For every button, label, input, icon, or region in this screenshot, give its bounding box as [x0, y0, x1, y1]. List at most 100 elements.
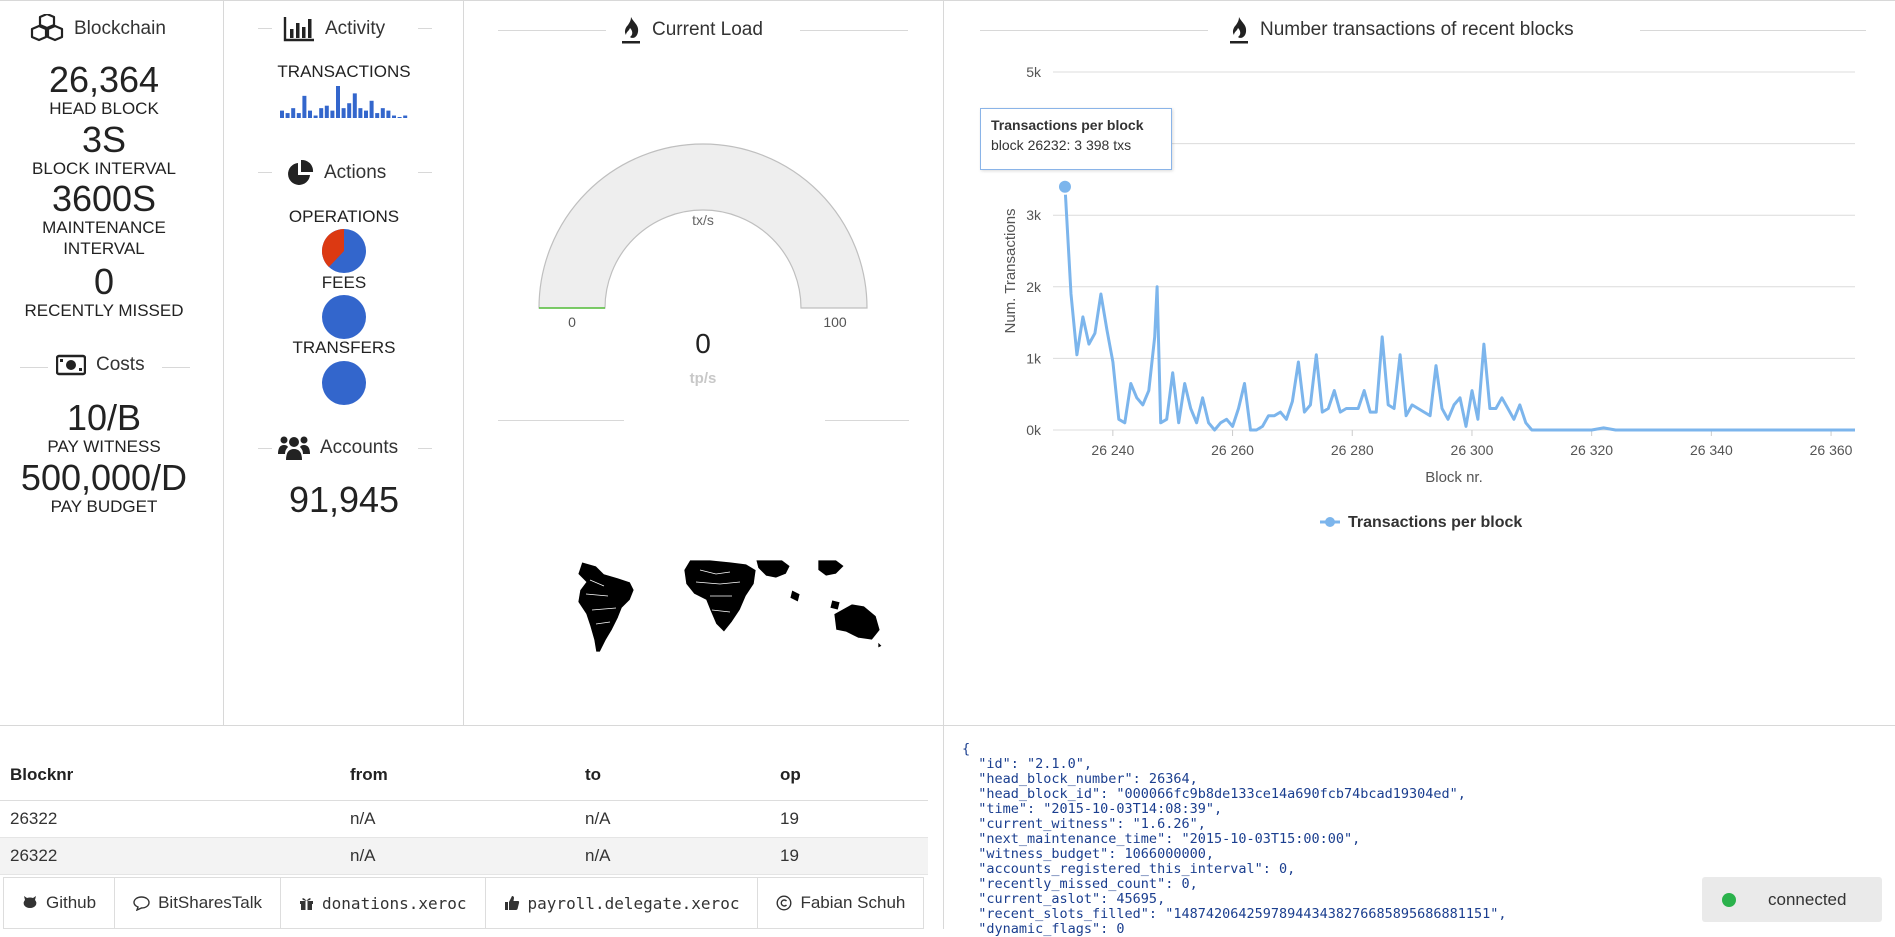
transactions-sparkline: [280, 86, 408, 118]
status-dot-icon: [1722, 892, 1736, 907]
operations-pie-chart: [322, 229, 366, 273]
table-cell: 26322: [0, 837, 340, 875]
column-header-to[interactable]: to: [575, 750, 770, 801]
legend-marker: [1325, 517, 1335, 527]
divider: [418, 448, 432, 449]
column-header-from[interactable]: from: [340, 750, 575, 801]
pay-budget-label: PAY BUDGET: [50, 497, 158, 516]
divider: [418, 28, 432, 29]
transactions-label: TRANSACTIONS: [277, 62, 411, 81]
divider: [258, 28, 272, 29]
sparkline-bar: [375, 113, 380, 118]
tooltip-text: block 26232: 3 398 txs: [991, 137, 1132, 153]
y-tick-label: 5k: [1026, 64, 1042, 80]
donations-link[interactable]: donations.xeroc: [281, 878, 486, 928]
connection-status: connected: [1702, 877, 1882, 922]
blockchain-title: Blockchain: [74, 18, 166, 39]
gauge-max-label: 100: [823, 314, 847, 330]
pay-budget-value: 500,000/D: [20, 457, 188, 498]
author-link[interactable]: Fabian Schuh: [758, 878, 923, 928]
x-tick-label: 26 280: [1331, 442, 1374, 458]
fire-icon: [622, 17, 640, 44]
divider: [418, 172, 432, 173]
money-icon: [56, 354, 86, 376]
divider: [1640, 30, 1866, 31]
pay-budget-stat: 500,000/D PAY BUDGET: [0, 460, 208, 517]
x-tick-label: 26 340: [1690, 442, 1733, 458]
x-axis-label: Block nr.: [1425, 469, 1483, 486]
head-block-value: 26,364: [48, 59, 160, 100]
bitsharestalk-link[interactable]: BitSharesTalk: [115, 878, 282, 928]
block-interval-value: 3S: [81, 119, 127, 160]
column-header-blocknr[interactable]: Blocknr: [0, 750, 340, 801]
sparkline-bar: [364, 110, 368, 118]
maintenance-interval-label: MAINTENANCE: [42, 218, 166, 237]
sparkline-bar: [313, 115, 318, 118]
pay-witness-value: 10/B: [66, 397, 142, 438]
block-interval-label: BLOCK INTERVAL: [32, 159, 176, 178]
sparkline-bar: [336, 86, 340, 118]
load-gauge: [538, 143, 868, 309]
chart-title: Number transactions of recent blocks: [1260, 19, 1574, 40]
divider: [162, 367, 190, 368]
fees-pie-chart: [322, 295, 366, 339]
operations-label: OPERATIONS: [288, 207, 400, 226]
table-cell: 19: [770, 837, 928, 875]
sparkline-bar: [403, 115, 408, 118]
gift-icon: [300, 897, 314, 910]
recently-missed-label: RECENTLY MISSED: [24, 301, 184, 320]
divider: [463, 0, 464, 725]
sparkline-bar: [280, 110, 284, 118]
accounts-value: 91,945: [288, 479, 400, 520]
divider: [498, 30, 606, 31]
table-row[interactable]: 26322 n/A n/A 19: [0, 800, 928, 838]
divider: [20, 367, 48, 368]
gauge-value-unit: tp/s: [689, 370, 717, 387]
comment-icon: [133, 895, 150, 911]
github-link[interactable]: Github: [4, 878, 116, 928]
maintenance-interval-label: INTERVAL: [63, 239, 145, 259]
actions-section-title: Actions: [286, 159, 386, 187]
sparkline-bar: [392, 115, 396, 118]
author-label: Fabian Schuh: [800, 893, 906, 912]
sparkline-bar: [341, 108, 346, 118]
divider: [258, 172, 272, 173]
blocks-table: Blocknr from to op 26322 n/A n/A 19 2632…: [0, 750, 928, 875]
sparkline-bar: [302, 95, 307, 118]
donations-label: donations.xeroc: [322, 893, 467, 913]
x-tick-label: 26 320: [1570, 442, 1613, 458]
divider: [800, 30, 908, 31]
sparkline-bar: [319, 108, 324, 118]
sparkline-bar: [397, 117, 402, 118]
sparkline-bar: [296, 113, 301, 118]
footer-links: Github BitSharesTalk donations.xeroc pay…: [3, 877, 925, 929]
transfers-pie-chart: [322, 361, 366, 405]
divider: [0, 725, 1895, 726]
divider: [258, 448, 272, 449]
table-row[interactable]: 26322 n/A n/A 19: [0, 837, 928, 875]
pay-witness-stat: 10/B PAY WITNESS: [0, 400, 208, 457]
sparkline-bar: [308, 110, 312, 118]
sparkline-bar: [369, 100, 374, 118]
y-tick-label: 3k: [1026, 207, 1042, 223]
thumbs-up-icon: [504, 896, 519, 910]
table-cell: n/A: [340, 800, 575, 838]
sparkline-bar: [285, 113, 290, 118]
column-header-op[interactable]: op: [770, 750, 928, 801]
recently-missed-value: 0: [93, 261, 115, 302]
github-label: Github: [46, 893, 97, 912]
payroll-link[interactable]: payroll.delegate.xeroc: [486, 878, 759, 928]
pay-witness-label: PAY WITNESS: [47, 437, 161, 456]
table-header-row: Blocknr from to op: [0, 750, 928, 801]
series-line: [1063, 186, 1855, 432]
y-axis-label: Num. Transactions: [1002, 208, 1019, 333]
y-tick-label: 2k: [1026, 279, 1042, 295]
table-cell: 26322: [0, 800, 340, 838]
copyright-icon: [776, 895, 792, 911]
json-dump: { "id": "2.1.0", "head_block_number": 26…: [962, 741, 1507, 937]
tooltip-title: Transactions per block: [991, 117, 1144, 133]
blockchain-section-title: Blockchain: [30, 14, 166, 44]
sparkline-bar: [358, 108, 363, 118]
divider: [498, 420, 624, 421]
table-cell: n/A: [575, 837, 770, 875]
